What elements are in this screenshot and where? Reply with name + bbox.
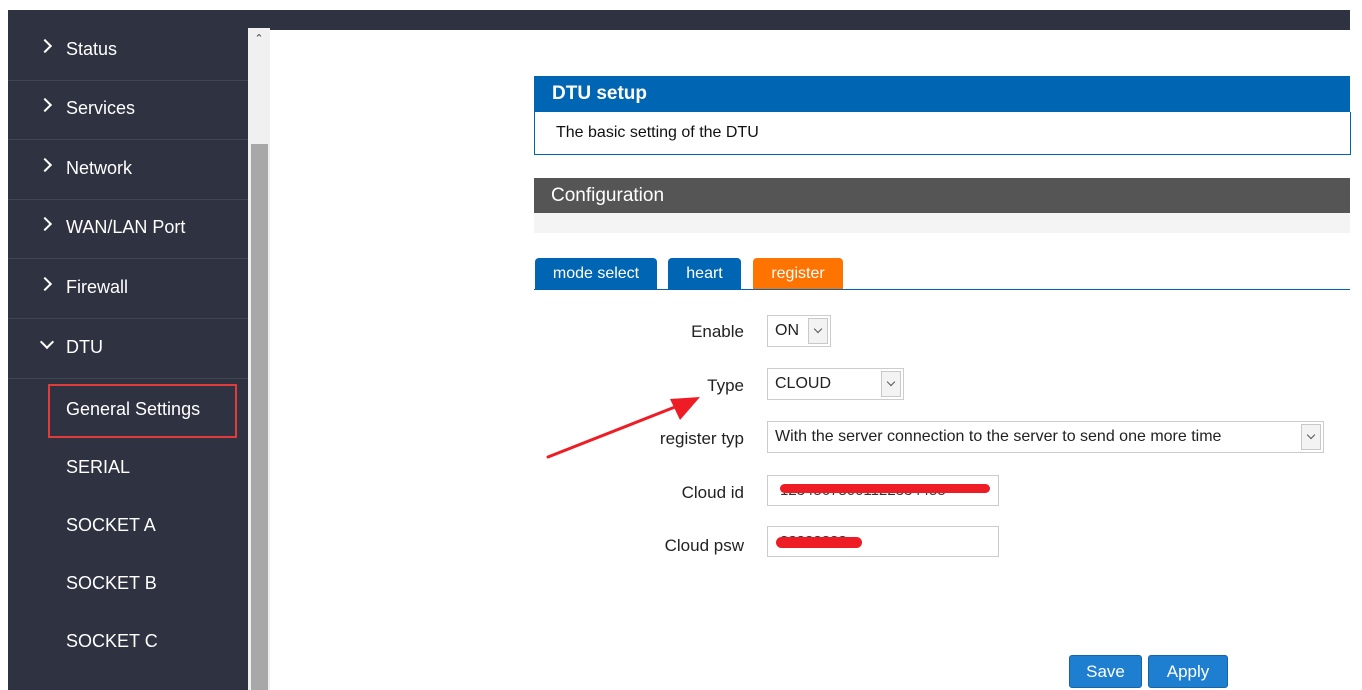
caret-up-icon[interactable]: ⌃ (250, 32, 268, 46)
chevron-right-icon (37, 38, 53, 54)
cloud-id-label: Cloud id (681, 483, 744, 502)
enable-label: Enable (691, 322, 744, 341)
configuration-header: Configuration (534, 178, 1350, 213)
sidebar-item-label: Firewall (66, 277, 129, 297)
cloud-psw-label: Cloud psw (664, 536, 744, 555)
sidebar-subitem-socket-c[interactable]: SOCKET C (8, 611, 248, 669)
configuration-spacer (534, 213, 1350, 233)
sidebar-item-services[interactable]: Services (8, 80, 248, 140)
sidebar-subitem-label: SOCKET A (66, 515, 156, 535)
save-button[interactable]: Save (1069, 655, 1142, 688)
type-select-value: CLOUD (775, 375, 832, 392)
sidebar-subitem-label: SOCKET C (66, 631, 158, 651)
sidebar-subitem-label: SOCKET B (66, 573, 157, 593)
chevron-right-icon (37, 276, 53, 292)
chevron-down-icon (881, 371, 901, 397)
tab-mode-select[interactable]: mode select (535, 258, 657, 289)
apply-button[interactable]: Apply (1148, 655, 1228, 688)
chevron-down-icon (39, 334, 55, 350)
register-typ-select-value: With the server connection to the server… (775, 428, 1222, 445)
sidebar-item-label: DTU (66, 337, 103, 357)
enable-select[interactable]: ON (767, 315, 831, 347)
configuration-title: Configuration (551, 185, 665, 206)
sidebar-item-dtu[interactable]: DTU (8, 319, 248, 379)
cloud-psw-input[interactable]: 88888888 (767, 526, 999, 557)
panel-description-text: The basic setting of the DTU (556, 124, 759, 141)
tab-heart[interactable]: heart (668, 258, 741, 289)
sidebar-item-firewall[interactable]: Firewall (8, 259, 248, 319)
sidebar-subitem-label: SERIAL (66, 457, 131, 477)
type-select[interactable]: CLOUD (767, 368, 904, 400)
sidebar-item-label: Status (66, 39, 118, 59)
redaction-mark (780, 484, 990, 493)
sidebar-subitem-socket-a[interactable]: SOCKET A (8, 495, 248, 553)
enable-select-value: ON (775, 322, 799, 339)
register-typ-select[interactable]: With the server connection to the server… (767, 421, 1324, 453)
chevron-right-icon (37, 216, 53, 232)
tab-register[interactable]: register (753, 258, 843, 289)
chevron-down-icon (808, 318, 828, 344)
sidebar-subitem-serial[interactable]: SERIAL (8, 437, 248, 495)
cloud-id-input[interactable]: 12345678001122334455 (767, 475, 999, 506)
sidebar-item-label: Network (66, 158, 133, 178)
sidebar: Status Services Network WAN/LAN Port Fir… (8, 28, 248, 690)
sidebar-item-status[interactable]: Status (8, 21, 248, 81)
sidebar-subitem-socket-b[interactable]: SOCKET B (8, 553, 248, 611)
highlight-box (48, 384, 237, 438)
redaction-mark (776, 537, 862, 548)
scrollbar-thumb[interactable] (251, 144, 268, 690)
annotation-arrow (546, 397, 700, 459)
panel-title-text: DTU setup (552, 83, 647, 104)
panel-description: The basic setting of the DTU (534, 112, 1351, 155)
tab-underline (534, 289, 1350, 290)
sidebar-item-label: WAN/LAN Port (66, 217, 186, 237)
chevron-right-icon (37, 97, 53, 113)
chevron-right-icon (37, 157, 53, 173)
panel-title: DTU setup (534, 76, 1350, 112)
chevron-down-icon (1301, 424, 1321, 450)
sidebar-item-label: Services (66, 98, 136, 118)
sidebar-item-wan-lan-port[interactable]: WAN/LAN Port (8, 199, 248, 259)
sidebar-item-network[interactable]: Network (8, 140, 248, 200)
